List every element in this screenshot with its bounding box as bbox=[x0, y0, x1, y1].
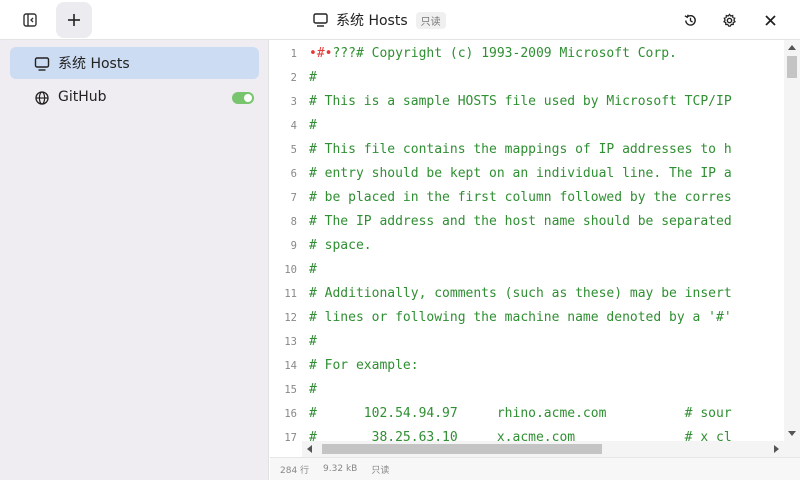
sidebar-item-system-hosts[interactable]: 系统 Hosts bbox=[10, 47, 259, 79]
sidebar-item-github[interactable]: GitHub bbox=[10, 81, 259, 113]
sidebar: 系统 Hosts GitHub bbox=[0, 40, 269, 480]
scroll-left-arrow-icon[interactable] bbox=[307, 445, 312, 453]
line-number: 15 bbox=[284, 384, 297, 396]
invisible-char-marker: •#• bbox=[309, 46, 333, 61]
line-number: 6 bbox=[290, 168, 297, 180]
vertical-scroll-thumb[interactable] bbox=[787, 56, 797, 78]
line-number: 16 bbox=[284, 408, 297, 420]
code-line: # bbox=[309, 382, 317, 397]
window-title: 系统 Hosts 只读 bbox=[313, 10, 446, 30]
line-count: 284 行 bbox=[280, 465, 310, 476]
file-size: 9.32 kB bbox=[323, 464, 358, 474]
line-number: 7 bbox=[290, 192, 297, 204]
line-number: 12 bbox=[284, 312, 297, 324]
readonly-status: 只读 bbox=[371, 465, 390, 476]
line-number: 3 bbox=[290, 96, 297, 108]
code-line: # 102.54.94.97 rhino.acme.com # sour bbox=[309, 406, 732, 421]
line-number: 2 bbox=[290, 72, 297, 84]
settings-button[interactable] bbox=[713, 4, 745, 36]
code-line: # entry should be kept on an individual … bbox=[309, 166, 732, 181]
code-line: # bbox=[309, 118, 317, 133]
line-number: 10 bbox=[284, 264, 297, 276]
line-number: 1 bbox=[290, 48, 297, 60]
vertical-scrollbar[interactable] bbox=[784, 40, 800, 441]
code-line: # Additionally, comments (such as these)… bbox=[309, 286, 732, 301]
code-line: # The IP address and the host name shoul… bbox=[309, 214, 732, 229]
code-line: # For example: bbox=[309, 358, 419, 373]
code-line: # bbox=[309, 262, 317, 277]
line-number-gutter: 1 2 3 4 5 6 7 8 9 10 11 12 13 14 15 16 17 bbox=[270, 40, 303, 456]
sidebar-item-label: 系统 Hosts bbox=[58, 56, 130, 72]
status-bar: 284 行 9.32 kB 只读 bbox=[270, 457, 800, 480]
history-icon bbox=[684, 13, 696, 26]
close-button[interactable] bbox=[754, 4, 786, 36]
code-line: # lines or following the machine name de… bbox=[309, 310, 732, 325]
sidebar-toggle-button[interactable] bbox=[14, 4, 46, 36]
github-enable-toggle[interactable] bbox=[232, 92, 254, 104]
title-bar: 系统 Hosts 只读 bbox=[0, 0, 800, 40]
code-line: # bbox=[309, 70, 317, 85]
monitor-icon bbox=[313, 13, 328, 27]
globe-icon bbox=[35, 91, 49, 105]
code-line: # space. bbox=[309, 238, 372, 253]
sidebar-item-label: GitHub bbox=[58, 89, 107, 105]
code-line: # This file contains the mappings of IP … bbox=[309, 142, 732, 157]
line-number: 17 bbox=[284, 432, 297, 444]
code-text: ???# Copyright (c) 1993-2009 Microsoft C… bbox=[332, 46, 677, 61]
code-line: # be placed in the first column followed… bbox=[309, 190, 732, 205]
line-number: 8 bbox=[290, 216, 297, 228]
line-number: 11 bbox=[284, 288, 297, 300]
window-title-text: 系统 Hosts bbox=[336, 13, 408, 29]
scroll-right-arrow-icon[interactable] bbox=[774, 445, 779, 453]
add-hosts-button[interactable] bbox=[56, 2, 92, 38]
sidebar-toggle-icon bbox=[23, 13, 37, 27]
scrollbar-corner bbox=[784, 441, 800, 457]
scroll-down-arrow-icon[interactable] bbox=[788, 431, 796, 436]
hosts-editor[interactable]: 1 2 3 4 5 6 7 8 9 10 11 12 13 14 15 16 17 •#•???# Copyri… bbox=[270, 40, 800, 456]
line-number: 14 bbox=[284, 360, 297, 372]
scroll-up-arrow-icon[interactable] bbox=[788, 45, 796, 50]
code-line: # bbox=[309, 334, 317, 349]
plus-icon bbox=[68, 14, 80, 26]
close-icon bbox=[764, 14, 776, 26]
readonly-badge: 只读 bbox=[415, 11, 446, 29]
line-number: 13 bbox=[284, 336, 297, 348]
horizontal-scroll-thumb[interactable] bbox=[322, 444, 602, 454]
monitor-icon bbox=[34, 57, 50, 71]
line-number: 4 bbox=[290, 120, 297, 132]
history-button[interactable] bbox=[674, 4, 706, 36]
code-line: # This is a sample HOSTS file used by Mi… bbox=[309, 94, 732, 109]
line-number: 5 bbox=[290, 144, 297, 156]
code-line: •#•???# Copyright (c) 1993-2009 Microsof… bbox=[309, 46, 677, 61]
horizontal-scrollbar[interactable] bbox=[302, 441, 784, 457]
line-number: 9 bbox=[290, 240, 297, 252]
gear-icon bbox=[722, 12, 736, 27]
